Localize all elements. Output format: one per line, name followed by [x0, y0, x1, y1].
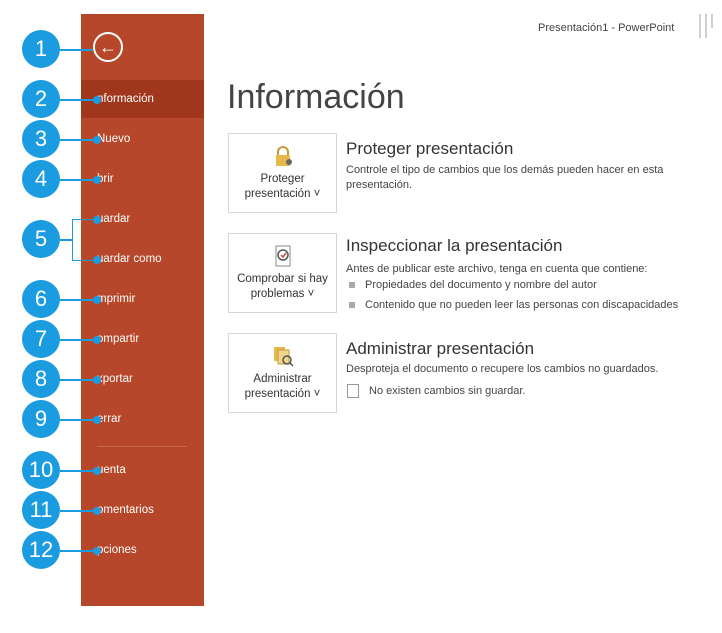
no-unsaved-changes-status: No existen cambios sin guardar.: [347, 384, 526, 398]
manage-section-description: Desproteja el documento o recupere los c…: [346, 363, 659, 375]
manage-presentation-button[interactable]: Administrar presentación ˅: [228, 333, 337, 413]
page-title: Información: [227, 78, 405, 116]
callout-leader: [60, 179, 97, 181]
inspect-section-title: Inspeccionar la presentación: [346, 236, 563, 255]
callout-6: 6: [22, 280, 60, 318]
inspect-bullet: Propiedades del documento y nombre del a…: [349, 279, 597, 291]
back-button[interactable]: ←: [93, 32, 123, 62]
manage-section-title: Administrar presentación: [346, 339, 535, 358]
callout-dot: [93, 336, 101, 344]
callout-leader: [60, 379, 97, 381]
callout-leader: [60, 550, 97, 552]
callout-leader: [60, 239, 72, 241]
callout-dot: [93, 216, 101, 224]
callout-dot: [93, 547, 101, 555]
callout-3: 3: [22, 120, 60, 158]
sidebar-item-guardar[interactable]: uardar: [97, 213, 130, 225]
sidebar-item-opciones[interactable]: pciones: [97, 544, 137, 556]
callout-leader: [60, 510, 97, 512]
sidebar-item-compartir[interactable]: ompartir: [97, 333, 139, 345]
callout-leader: [60, 139, 97, 141]
callout-dot: [93, 256, 101, 264]
callout-dot: [93, 507, 101, 515]
callout-7: 7: [22, 320, 60, 358]
callout-12: 12: [22, 531, 60, 569]
lock-key-icon: [275, 146, 292, 166]
protect-section-title: Proteger presentación: [346, 139, 514, 158]
callout-leader: [60, 99, 97, 101]
callout-leader: [60, 299, 97, 301]
callout-2: 2: [22, 80, 60, 118]
protect-section-description: Controle el tipo de cambios que los demá…: [346, 164, 664, 191]
sidebar-item-imprimir[interactable]: mprimir: [97, 293, 135, 305]
callout-leader: [60, 419, 97, 421]
manage-presentation-button-label: Administrar presentación ˅: [244, 373, 321, 400]
callout-dot: [93, 416, 101, 424]
sidebar-item-cuenta[interactable]: uenta: [97, 464, 126, 476]
sidebar-item-informacion[interactable]: nformación: [97, 93, 154, 105]
callout-10: 10: [22, 451, 60, 489]
check-issues-button-label: Comprobar si hay problemas ˅: [237, 273, 328, 300]
callout-5: 5: [22, 220, 60, 258]
callout-leader: [60, 339, 97, 341]
callout-dot: [93, 96, 101, 104]
callout-11: 11: [22, 491, 60, 529]
protect-presentation-button[interactable]: Proteger presentación ˅: [228, 133, 337, 213]
callout-dot: [93, 296, 101, 304]
sidebar-item-nuevo[interactable]: Nuevo: [97, 133, 130, 145]
sidebar-item-guardar-como[interactable]: uardar como: [97, 253, 162, 265]
callout-dot: [93, 176, 101, 184]
callout-9: 9: [22, 400, 60, 438]
callout-leader: [60, 470, 97, 472]
document-icon: [347, 384, 359, 398]
callout-dot: [93, 136, 101, 144]
callout-8: 8: [22, 360, 60, 398]
callout-1: 1: [22, 30, 60, 68]
back-arrow-icon: ←: [99, 37, 117, 57]
inspect-document-icon: [275, 245, 290, 267]
callout-dot: [93, 467, 101, 475]
window-grip-icon: [699, 14, 717, 40]
callout-dot: [93, 376, 101, 384]
check-issues-button[interactable]: Comprobar si hay problemas ˅: [228, 233, 337, 313]
inspect-section-description: Antes de publicar este archivo, tenga en…: [346, 263, 648, 275]
sidebar-item-exportar[interactable]: xportar: [97, 373, 133, 385]
sidebar-item-comentarios[interactable]: omentarios: [97, 504, 154, 516]
sidebar-divider: [97, 446, 187, 447]
manage-versions-icon: [273, 347, 294, 367]
callout-bracket: [72, 219, 97, 261]
inspect-bullet: Contenido que no pueden leer las persona…: [349, 299, 678, 311]
callout-4: 4: [22, 160, 60, 198]
callout-leader: [60, 49, 93, 51]
protect-presentation-button-label: Proteger presentación ˅: [244, 173, 321, 200]
window-title: Presentación1 - PowerPoint: [538, 22, 675, 34]
